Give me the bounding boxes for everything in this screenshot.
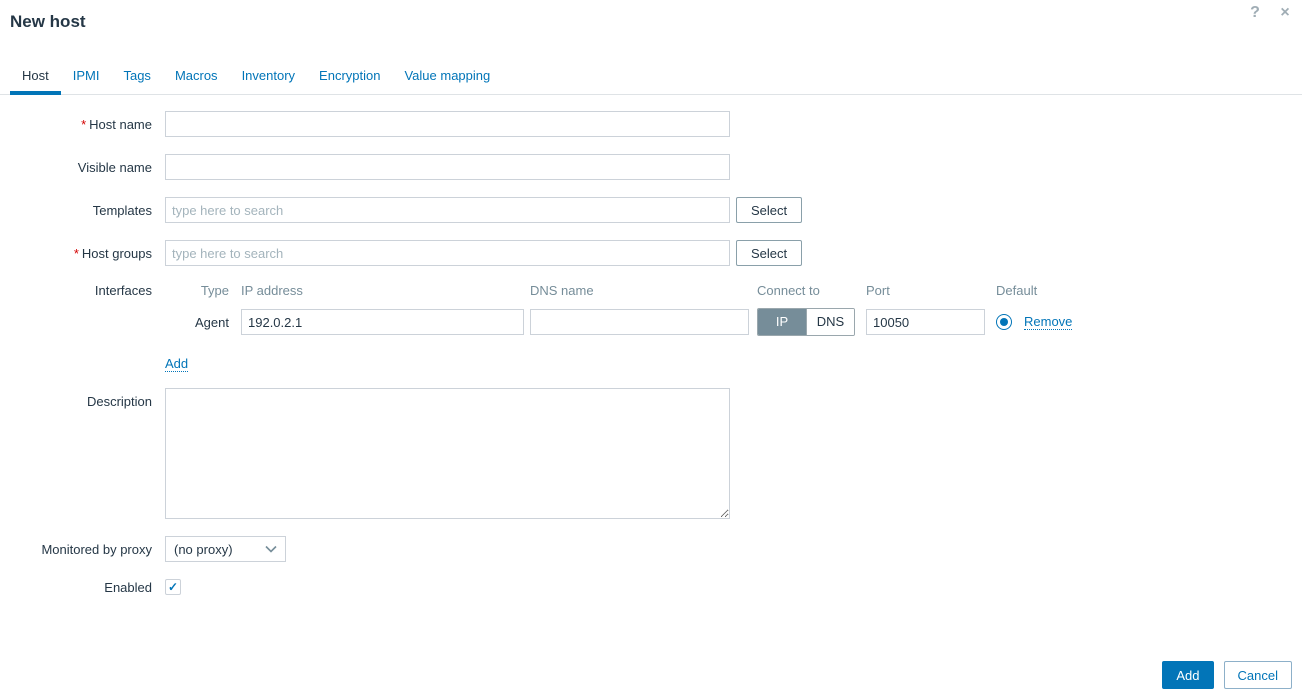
interface-ip-input[interactable] (241, 309, 524, 335)
radio-dot (1000, 318, 1008, 326)
chevron-down-icon (265, 545, 277, 553)
interface-row-agent: Agent IP DNS Remove (165, 308, 1072, 336)
enabled-row: Enabled ✓ (10, 579, 1302, 595)
column-header-port: Port (866, 283, 985, 298)
interface-type-label: Agent (165, 315, 235, 330)
host-name-row: *Host name (10, 111, 1302, 137)
interface-dns-input[interactable] (530, 309, 749, 335)
host-name-label: *Host name (10, 117, 152, 132)
description-row: Description (10, 388, 1302, 519)
column-header-ip-address: IP address (241, 283, 524, 298)
add-interface-wrap: Add (165, 356, 1072, 371)
tab-tags[interactable]: Tags (111, 60, 162, 95)
required-asterisk: * (74, 246, 79, 261)
cancel-button[interactable]: Cancel (1224, 661, 1292, 689)
host-groups-search-input[interactable] (165, 240, 730, 266)
help-icon[interactable]: ? (1246, 4, 1264, 22)
templates-row: Templates Select (10, 197, 1302, 223)
host-groups-label: *Host groups (10, 246, 152, 261)
host-name-input[interactable] (165, 111, 730, 137)
enabled-checkbox[interactable]: ✓ (165, 579, 181, 595)
interfaces-header: Type IP address DNS name Connect to Port… (165, 283, 1072, 298)
interfaces-table: Type IP address DNS name Connect to Port… (165, 283, 1072, 371)
tab-host[interactable]: Host (10, 60, 61, 95)
connect-to-dns-option[interactable]: DNS (806, 309, 854, 335)
tab-encryption[interactable]: Encryption (307, 60, 392, 95)
visible-name-input[interactable] (165, 154, 730, 180)
interface-port-input[interactable] (866, 309, 985, 335)
enabled-label: Enabled (10, 580, 152, 595)
remove-interface-link[interactable]: Remove (1024, 314, 1072, 330)
required-asterisk: * (81, 117, 86, 132)
tab-macros[interactable]: Macros (163, 60, 230, 95)
column-header-type: Type (165, 283, 235, 298)
tab-ipmi[interactable]: IPMI (61, 60, 112, 95)
host-form: *Host name Visible name Templates Select… (0, 111, 1302, 595)
interfaces-label: Interfaces (10, 283, 152, 298)
proxy-select[interactable]: (no proxy) (165, 536, 286, 562)
host-groups-row: *Host groups Select (10, 240, 1302, 266)
dialog-header-icons: ? × (1246, 4, 1294, 22)
column-header-connect-to: Connect to (757, 283, 855, 298)
proxy-select-value: (no proxy) (174, 542, 233, 557)
visible-name-label: Visible name (10, 160, 152, 175)
host-groups-select-button[interactable]: Select (736, 240, 802, 266)
templates-search-input[interactable] (165, 197, 730, 223)
templates-label: Templates (10, 203, 152, 218)
description-label: Description (10, 388, 152, 409)
monitored-by-proxy-label: Monitored by proxy (10, 542, 152, 557)
column-header-dns-name: DNS name (530, 283, 749, 298)
visible-name-row: Visible name (10, 154, 1302, 180)
add-interface-link[interactable]: Add (165, 356, 188, 372)
templates-select-button[interactable]: Select (736, 197, 802, 223)
column-header-default: Default (996, 283, 1037, 298)
tab-inventory[interactable]: Inventory (230, 60, 307, 95)
add-button[interactable]: Add (1162, 661, 1213, 689)
monitored-by-proxy-row: Monitored by proxy (no proxy) (10, 536, 1302, 562)
description-textarea[interactable] (165, 388, 730, 519)
checkmark-icon: ✓ (168, 580, 178, 594)
close-icon[interactable]: × (1276, 4, 1294, 22)
interfaces-row: Interfaces Type IP address DNS name Conn… (10, 283, 1302, 371)
dialog-footer: Add Cancel (1162, 661, 1292, 689)
tab-value-mapping[interactable]: Value mapping (392, 60, 502, 95)
dialog-header: New host ? × (0, 0, 1302, 32)
tab-bar: Host IPMI Tags Macros Inventory Encrypti… (0, 60, 1302, 95)
connect-to-toggle: IP DNS (757, 308, 855, 336)
page-title: New host (10, 12, 1292, 32)
default-interface-radio[interactable] (996, 314, 1012, 330)
connect-to-ip-option[interactable]: IP (758, 309, 806, 335)
